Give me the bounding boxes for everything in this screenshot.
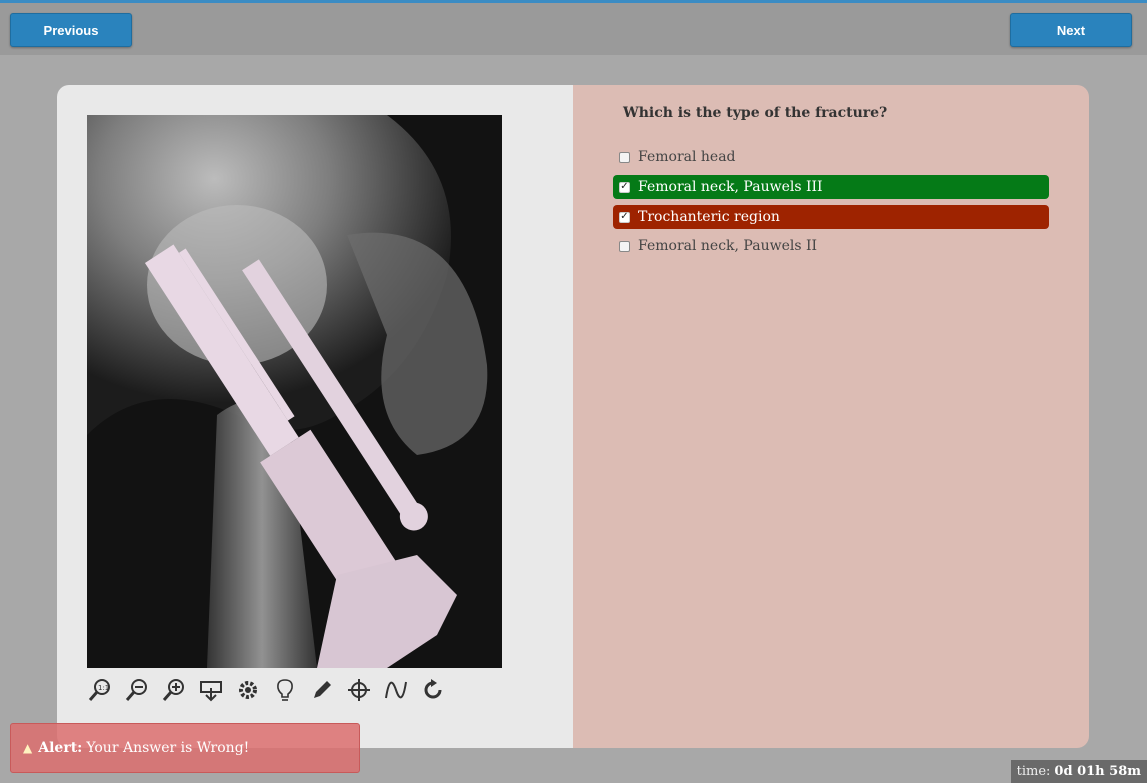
fit-screen-icon[interactable] bbox=[198, 677, 224, 703]
option-label: Femoral head bbox=[638, 149, 736, 165]
warning-icon: ▲ bbox=[23, 741, 33, 755]
wave-icon[interactable] bbox=[383, 677, 409, 703]
rotate-icon[interactable] bbox=[420, 677, 446, 703]
answer-option-correct[interactable]: ✓ Femoral neck, Pauwels III bbox=[613, 175, 1049, 199]
checkbox[interactable] bbox=[619, 240, 630, 252]
checkbox-checked[interactable]: ✓ bbox=[619, 181, 630, 193]
top-navigation-bar: Previous Next bbox=[0, 3, 1147, 55]
zoom-out-icon[interactable] bbox=[124, 677, 150, 703]
question-text: Which is the type of the fracture? bbox=[623, 105, 888, 121]
alert-label: Alert: bbox=[38, 740, 83, 756]
previous-button[interactable]: Previous bbox=[10, 13, 132, 47]
pencil-icon[interactable] bbox=[309, 677, 335, 703]
svg-text:1:1: 1:1 bbox=[98, 684, 109, 692]
crosshair-icon[interactable] bbox=[346, 677, 372, 703]
hint-icon[interactable] bbox=[272, 677, 298, 703]
answer-option-wrong[interactable]: ✓ Trochanteric region bbox=[613, 205, 1049, 229]
settings-icon[interactable] bbox=[235, 677, 261, 703]
option-label: Trochanteric region bbox=[638, 209, 780, 225]
alert-banner: ▲ Alert: Your Answer is Wrong! bbox=[10, 723, 360, 773]
question-card: 1:1 Which is the type of the fracture? F… bbox=[57, 85, 1089, 748]
timer-label: time: bbox=[1016, 764, 1051, 779]
timer-value: 0d 01h 58m bbox=[1054, 764, 1141, 779]
image-toolbar: 1:1 bbox=[87, 675, 446, 705]
zoom-reset-icon[interactable]: 1:1 bbox=[87, 677, 113, 703]
option-label: Femoral neck, Pauwels III bbox=[638, 179, 823, 195]
answer-option[interactable]: Femoral head bbox=[613, 145, 1049, 169]
checkbox[interactable] bbox=[619, 151, 630, 163]
answer-option[interactable]: Femoral neck, Pauwels II bbox=[613, 234, 1049, 258]
alert-message: Your Answer is Wrong! bbox=[86, 740, 250, 756]
next-button[interactable]: Next bbox=[1010, 13, 1132, 47]
answer-pane: Which is the type of the fracture? Femor… bbox=[573, 85, 1089, 748]
option-label: Femoral neck, Pauwels II bbox=[638, 238, 818, 254]
zoom-in-icon[interactable] bbox=[161, 677, 187, 703]
image-pane: 1:1 bbox=[57, 85, 573, 748]
xray-image[interactable] bbox=[87, 115, 502, 668]
timer-display: time: 0d 01h 58m bbox=[1010, 760, 1147, 783]
checkbox-checked[interactable]: ✓ bbox=[619, 211, 630, 223]
